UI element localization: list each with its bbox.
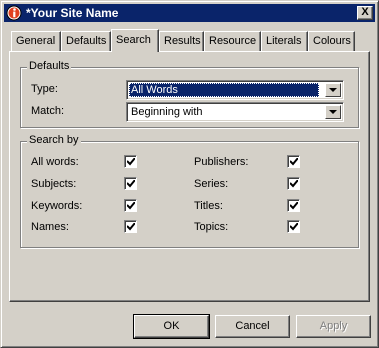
close-icon: X [361, 6, 369, 18]
tab-general[interactable]: General [11, 31, 61, 51]
check-icon [127, 223, 135, 231]
topics-label: Topics: [194, 221, 229, 233]
close-button[interactable]: X [357, 6, 373, 20]
type-select-value: All Words [129, 83, 319, 97]
names-label: Names: [31, 221, 69, 233]
check-icon [290, 223, 298, 231]
subjects-checkbox[interactable] [124, 177, 137, 190]
tab-results[interactable]: Results [159, 31, 204, 51]
apply-button[interactable]: Apply [296, 315, 371, 338]
check-icon [127, 180, 135, 188]
tab-defaults[interactable]: Defaults [61, 31, 111, 51]
type-label: Type: [31, 83, 58, 95]
tab-colours[interactable]: Colours [308, 31, 355, 51]
check-icon [290, 202, 298, 210]
subjects-label: Subjects: [31, 178, 77, 190]
search-by-group-title: Search by [27, 134, 81, 146]
type-select[interactable]: All Words [126, 80, 344, 100]
type-dropdown-button[interactable] [325, 83, 341, 97]
match-label: Match: [31, 105, 65, 117]
tab-resource[interactable]: Resource [204, 31, 261, 51]
ok-button[interactable]: OK [133, 314, 210, 339]
tab-literals[interactable]: Literals [261, 31, 308, 51]
all-words-checkbox[interactable] [124, 155, 137, 168]
topics-checkbox[interactable] [287, 220, 300, 233]
defaults-group: Defaults Type: All Words Match: Beginnin… [20, 60, 359, 128]
check-icon [290, 180, 298, 188]
title-bar[interactable]: *Your Site Name X [4, 4, 375, 22]
publishers-checkbox[interactable] [287, 155, 300, 168]
info-icon [6, 5, 22, 21]
publishers-label: Publishers: [194, 156, 249, 168]
check-icon [127, 158, 135, 166]
defaults-group-title: Defaults [27, 60, 72, 72]
check-icon [127, 202, 135, 210]
search-by-group: Search by All words: Subjects: Keywords:… [20, 134, 359, 248]
tab-search[interactable]: Search [111, 29, 159, 52]
match-dropdown-button[interactable] [325, 105, 341, 119]
chevron-down-icon [329, 88, 337, 92]
series-label: Series: [194, 178, 229, 190]
match-select-value: Beginning with [131, 106, 203, 118]
keywords-checkbox[interactable] [124, 199, 137, 212]
dialog-window: *Your Site Name X General Defaults Searc… [0, 0, 379, 348]
titles-label: Titles: [194, 200, 223, 212]
series-checkbox[interactable] [287, 177, 300, 190]
chevron-down-icon [329, 110, 337, 114]
keywords-label: Keywords: [31, 200, 83, 212]
window-title: *Your Site Name [26, 6, 119, 20]
cancel-button[interactable]: Cancel [215, 315, 290, 338]
match-select[interactable]: Beginning with [126, 102, 344, 122]
check-icon [290, 158, 298, 166]
titles-checkbox[interactable] [287, 199, 300, 212]
search-tab-panel: Defaults Type: All Words Match: Beginnin… [9, 51, 370, 302]
names-checkbox[interactable] [124, 220, 137, 233]
all-words-label: All words: [31, 156, 79, 168]
